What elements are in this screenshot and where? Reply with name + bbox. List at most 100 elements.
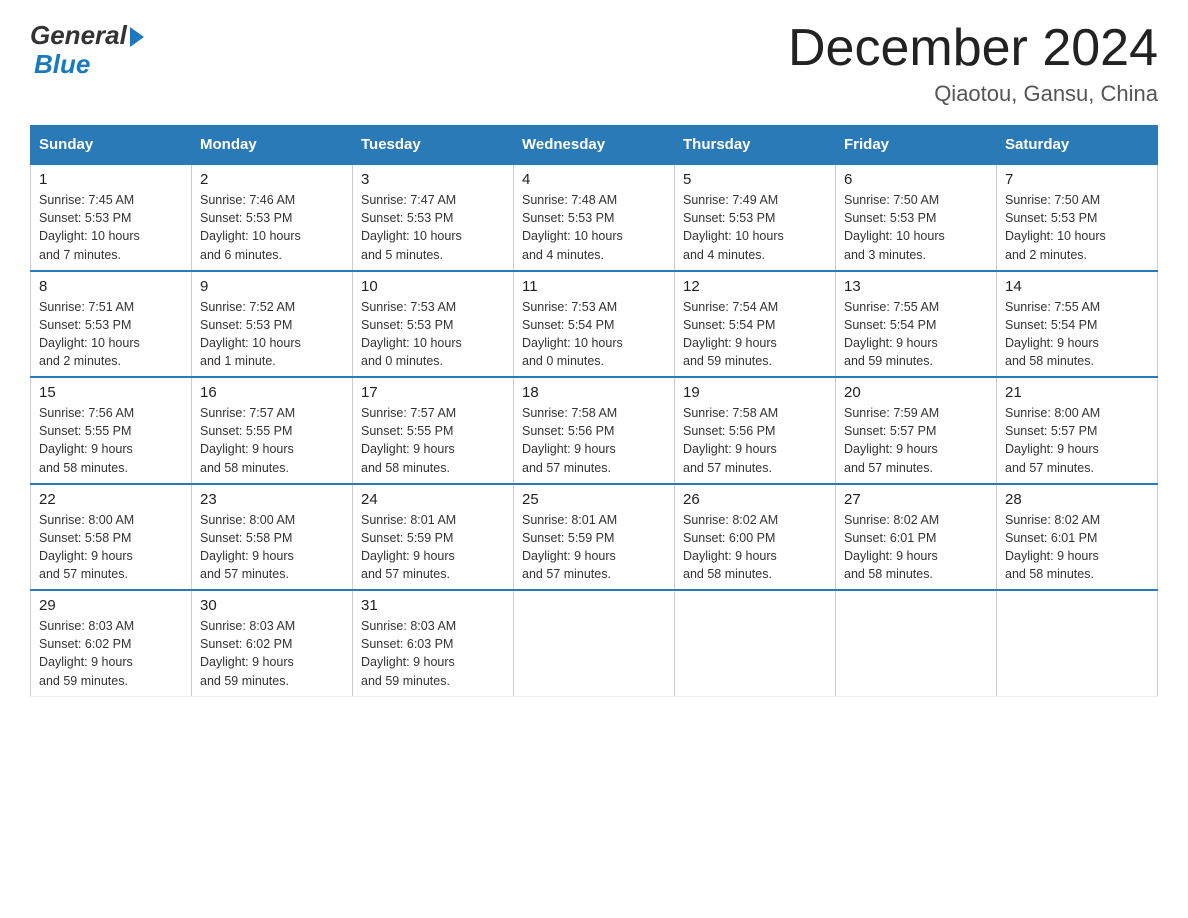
day-info: Sunrise: 7:53 AMSunset: 5:54 PMDaylight:… bbox=[522, 298, 666, 371]
calendar-table: SundayMondayTuesdayWednesdayThursdayFrid… bbox=[30, 125, 1158, 697]
day-number: 8 bbox=[39, 278, 183, 295]
calendar-cell: 19Sunrise: 7:58 AMSunset: 5:56 PMDayligh… bbox=[675, 377, 836, 484]
page-header: General Blue December 2024 Qiaotou, Gans… bbox=[30, 20, 1158, 107]
calendar-cell: 28 Sunrise: 8:02 AMSunset: 6:01 PMDayligh… bbox=[997, 484, 1158, 591]
page-subtitle: Qiaotou, Gansu, China bbox=[788, 81, 1158, 107]
column-header-saturday: Saturday bbox=[997, 126, 1158, 165]
day-info: Sunrise: 8:02 AMSunset: 6:00 PMDaylight:… bbox=[683, 511, 827, 584]
day-number: 13 bbox=[844, 278, 988, 295]
column-header-thursday: Thursday bbox=[675, 126, 836, 165]
day-info: Sunrise: 8:00 AMSunset: 5:57 PMDaylight:… bbox=[1005, 404, 1149, 477]
calendar-cell bbox=[675, 590, 836, 696]
calendar-cell: 24 Sunrise: 8:01 AMSunset: 5:59 PMDayligh… bbox=[353, 484, 514, 591]
day-number: 10 bbox=[361, 278, 505, 295]
day-info: Sunrise: 7:46 AMSunset: 5:53 PMDaylight:… bbox=[200, 191, 344, 264]
day-number: 9 bbox=[200, 278, 344, 295]
calendar-cell: 27Sunrise: 8:02 AMSunset: 6:01 PMDayligh… bbox=[836, 484, 997, 591]
calendar-week-row: 15 Sunrise: 7:56 AMSunset: 5:55 PMDayligh… bbox=[31, 377, 1158, 484]
calendar-cell: 6 Sunrise: 7:50 AMSunset: 5:53 PMDaylight… bbox=[836, 164, 997, 271]
calendar-cell bbox=[997, 590, 1158, 696]
day-info: Sunrise: 7:47 AMSunset: 5:53 PMDaylight:… bbox=[361, 191, 505, 264]
day-number: 28 bbox=[1005, 491, 1149, 508]
calendar-cell: 18 Sunrise: 7:58 AMSunset: 5:56 PMDayligh… bbox=[514, 377, 675, 484]
column-header-monday: Monday bbox=[192, 126, 353, 165]
calendar-cell bbox=[514, 590, 675, 696]
day-number: 5 bbox=[683, 171, 827, 188]
page-title: December 2024 bbox=[788, 20, 1158, 77]
day-info: Sunrise: 8:02 AMSunset: 6:01 PMDaylight:… bbox=[844, 511, 988, 584]
column-header-sunday: Sunday bbox=[31, 126, 192, 165]
column-header-tuesday: Tuesday bbox=[353, 126, 514, 165]
calendar-cell: 11 Sunrise: 7:53 AMSunset: 5:54 PMDayligh… bbox=[514, 271, 675, 378]
day-info: Sunrise: 7:50 AMSunset: 5:53 PMDaylight:… bbox=[844, 191, 988, 264]
calendar-week-row: 29 Sunrise: 8:03 AMSunset: 6:02 PMDayligh… bbox=[31, 590, 1158, 696]
day-info: Sunrise: 7:55 AMSunset: 5:54 PMDaylight:… bbox=[1005, 298, 1149, 371]
day-info: Sunrise: 7:55 AMSunset: 5:54 PMDaylight:… bbox=[844, 298, 988, 371]
day-info: Sunrise: 7:45 AMSunset: 5:53 PMDaylight:… bbox=[39, 191, 183, 264]
column-header-wednesday: Wednesday bbox=[514, 126, 675, 165]
day-number: 20 bbox=[844, 384, 988, 401]
day-number: 19 bbox=[683, 384, 827, 401]
day-info: Sunrise: 7:53 AMSunset: 5:53 PMDaylight:… bbox=[361, 298, 505, 371]
day-number: 24 bbox=[361, 491, 505, 508]
column-header-friday: Friday bbox=[836, 126, 997, 165]
calendar-cell: 21Sunrise: 8:00 AMSunset: 5:57 PMDayligh… bbox=[997, 377, 1158, 484]
calendar-cell: 15 Sunrise: 7:56 AMSunset: 5:55 PMDayligh… bbox=[31, 377, 192, 484]
calendar-cell: 23 Sunrise: 8:00 AMSunset: 5:58 PMDayligh… bbox=[192, 484, 353, 591]
day-number: 23 bbox=[200, 491, 344, 508]
logo-general-text: General bbox=[30, 20, 127, 51]
day-number: 26 bbox=[683, 491, 827, 508]
day-number: 11 bbox=[522, 278, 666, 295]
calendar-cell: 1 Sunrise: 7:45 AMSunset: 5:53 PMDaylight… bbox=[31, 164, 192, 271]
day-info: Sunrise: 7:49 AMSunset: 5:53 PMDaylight:… bbox=[683, 191, 827, 264]
day-number: 16 bbox=[200, 384, 344, 401]
day-number: 4 bbox=[522, 171, 666, 188]
day-info: Sunrise: 8:00 AMSunset: 5:58 PMDaylight:… bbox=[200, 511, 344, 584]
day-info: Sunrise: 7:51 AMSunset: 5:53 PMDaylight:… bbox=[39, 298, 183, 371]
calendar-cell: 17 Sunrise: 7:57 AMSunset: 5:55 PMDayligh… bbox=[353, 377, 514, 484]
calendar-cell: 9 Sunrise: 7:52 AMSunset: 5:53 PMDaylight… bbox=[192, 271, 353, 378]
title-block: December 2024 Qiaotou, Gansu, China bbox=[788, 20, 1158, 107]
calendar-cell: 29 Sunrise: 8:03 AMSunset: 6:02 PMDayligh… bbox=[31, 590, 192, 696]
day-number: 15 bbox=[39, 384, 183, 401]
day-info: Sunrise: 7:54 AMSunset: 5:54 PMDaylight:… bbox=[683, 298, 827, 371]
day-info: Sunrise: 7:52 AMSunset: 5:53 PMDaylight:… bbox=[200, 298, 344, 371]
calendar-cell: 16Sunrise: 7:57 AMSunset: 5:55 PMDayligh… bbox=[192, 377, 353, 484]
calendar-cell: 12 Sunrise: 7:54 AMSunset: 5:54 PMDayligh… bbox=[675, 271, 836, 378]
day-info: Sunrise: 7:57 AMSunset: 5:55 PMDaylight:… bbox=[361, 404, 505, 477]
day-number: 7 bbox=[1005, 171, 1149, 188]
calendar-week-row: 22 Sunrise: 8:00 AMSunset: 5:58 PMDayligh… bbox=[31, 484, 1158, 591]
day-number: 30 bbox=[200, 597, 344, 614]
day-number: 18 bbox=[522, 384, 666, 401]
day-info: Sunrise: 7:58 AMSunset: 5:56 PMDaylight:… bbox=[522, 404, 666, 477]
logo: General Blue bbox=[30, 20, 144, 77]
calendar-week-row: 8 Sunrise: 7:51 AMSunset: 5:53 PMDaylight… bbox=[31, 271, 1158, 378]
calendar-cell: 3 Sunrise: 7:47 AMSunset: 5:53 PMDaylight… bbox=[353, 164, 514, 271]
day-number: 17 bbox=[361, 384, 505, 401]
day-number: 3 bbox=[361, 171, 505, 188]
logo-blue-text: Blue bbox=[34, 51, 90, 77]
calendar-cell: 5 Sunrise: 7:49 AMSunset: 5:53 PMDaylight… bbox=[675, 164, 836, 271]
logo-triangle-icon bbox=[130, 27, 144, 47]
day-info: Sunrise: 7:48 AMSunset: 5:53 PMDaylight:… bbox=[522, 191, 666, 264]
day-info: Sunrise: 7:59 AMSunset: 5:57 PMDaylight:… bbox=[844, 404, 988, 477]
day-info: Sunrise: 8:03 AMSunset: 6:02 PMDaylight:… bbox=[200, 617, 344, 690]
calendar-header-row: SundayMondayTuesdayWednesdayThursdayFrid… bbox=[31, 126, 1158, 165]
calendar-cell: 2Sunrise: 7:46 AMSunset: 5:53 PMDaylight… bbox=[192, 164, 353, 271]
day-info: Sunrise: 7:56 AMSunset: 5:55 PMDaylight:… bbox=[39, 404, 183, 477]
day-number: 12 bbox=[683, 278, 827, 295]
day-number: 6 bbox=[844, 171, 988, 188]
day-number: 1 bbox=[39, 171, 183, 188]
calendar-cell: 13 Sunrise: 7:55 AMSunset: 5:54 PMDayligh… bbox=[836, 271, 997, 378]
calendar-cell: 8 Sunrise: 7:51 AMSunset: 5:53 PMDaylight… bbox=[31, 271, 192, 378]
day-info: Sunrise: 8:03 AMSunset: 6:03 PMDaylight:… bbox=[361, 617, 505, 690]
day-number: 29 bbox=[39, 597, 183, 614]
day-number: 22 bbox=[39, 491, 183, 508]
calendar-cell: 10 Sunrise: 7:53 AMSunset: 5:53 PMDayligh… bbox=[353, 271, 514, 378]
day-info: Sunrise: 8:02 AMSunset: 6:01 PMDaylight:… bbox=[1005, 511, 1149, 584]
calendar-cell: 7Sunrise: 7:50 AMSunset: 5:53 PMDaylight… bbox=[997, 164, 1158, 271]
day-number: 14 bbox=[1005, 278, 1149, 295]
day-info: Sunrise: 8:01 AMSunset: 5:59 PMDaylight:… bbox=[361, 511, 505, 584]
day-number: 31 bbox=[361, 597, 505, 614]
day-info: Sunrise: 8:03 AMSunset: 6:02 PMDaylight:… bbox=[39, 617, 183, 690]
